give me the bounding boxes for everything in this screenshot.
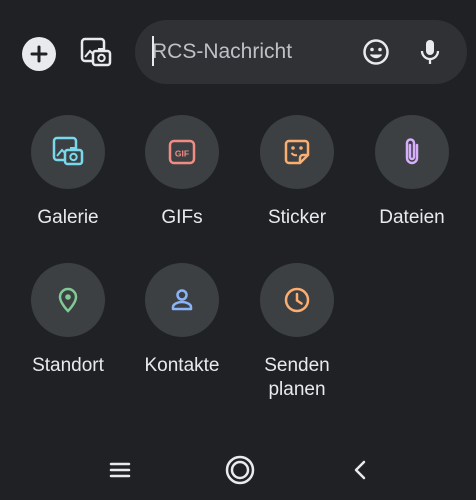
dateien-button[interactable]	[375, 115, 449, 189]
standort-button[interactable]	[31, 263, 105, 337]
message-input[interactable]	[152, 34, 352, 70]
attachment-label: Senden planen	[264, 355, 330, 400]
svg-text:GIF: GIF	[175, 149, 189, 159]
attachment-label: Dateien	[379, 207, 445, 228]
galerie-button[interactable]	[31, 115, 105, 189]
home-icon	[225, 455, 255, 485]
gallery-camera-button[interactable]	[76, 33, 116, 73]
recent-apps-icon	[109, 462, 131, 478]
attachment-galerie[interactable]: Galerie	[13, 115, 123, 230]
paperclip-icon	[405, 138, 419, 165]
attachment-sticker[interactable]: Sticker	[242, 115, 352, 230]
senden-planen-button[interactable]	[260, 263, 334, 337]
clock-icon	[284, 287, 310, 313]
kontakte-button[interactable]	[145, 263, 219, 337]
system-navigation-bar	[0, 440, 476, 500]
compose-bar	[0, 0, 476, 100]
attachment-label: Standort	[32, 355, 104, 376]
attachment-senden-planen[interactable]: Senden planen	[242, 263, 352, 402]
back-icon	[354, 460, 366, 480]
attachment-label: Sticker	[267, 207, 327, 228]
attachment-label: Kontakte	[144, 355, 220, 376]
home-button[interactable]	[218, 448, 262, 492]
gallery-camera-icon	[80, 37, 112, 67]
gifs-button[interactable]: GIF	[145, 115, 219, 189]
back-button[interactable]	[338, 448, 382, 492]
attachment-label: GIFs	[161, 207, 203, 228]
attachment-label: Galerie	[37, 207, 99, 228]
microphone-button[interactable]	[413, 35, 447, 69]
recent-apps-button[interactable]	[98, 448, 142, 492]
message-compose-field[interactable]	[135, 20, 467, 84]
sticker-icon	[284, 139, 310, 165]
contact-person-icon	[171, 289, 193, 311]
microphone-icon	[420, 40, 440, 64]
emoji-button[interactable]	[359, 35, 393, 69]
plus-button[interactable]	[22, 37, 56, 71]
gif-icon: GIF	[168, 139, 196, 165]
location-pin-icon	[58, 287, 78, 313]
sticker-button[interactable]	[260, 115, 334, 189]
attachment-standort[interactable]: Standort	[13, 263, 123, 378]
attachment-dateien[interactable]: Dateien	[357, 115, 467, 230]
text-cursor	[152, 36, 154, 66]
gallery-icon	[52, 136, 84, 166]
emoji-icon	[363, 39, 389, 65]
plus-icon	[30, 45, 48, 63]
attachment-kontakte[interactable]: Kontakte	[127, 263, 237, 378]
attachment-gifs[interactable]: GIF GIFs	[127, 115, 237, 230]
